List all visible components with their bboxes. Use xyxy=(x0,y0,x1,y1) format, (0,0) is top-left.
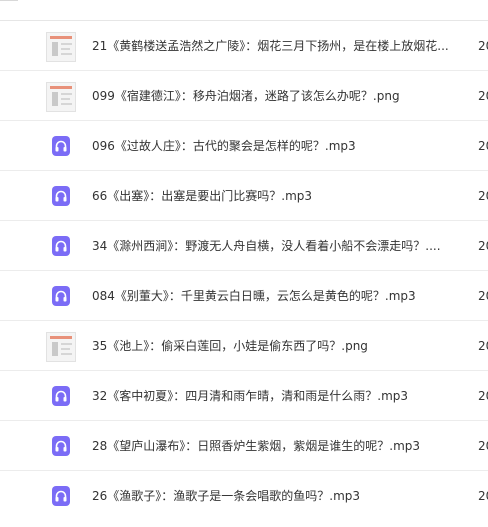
file-date: 20 xyxy=(478,39,488,53)
file-date: 20 xyxy=(478,139,488,153)
file-list: 21《黄鹤楼送孟浩然之广陵》：烟花三月下扬州，是在楼上放烟花... 20 099… xyxy=(0,20,488,520)
file-name[interactable]: 21《黄鹤楼送孟浩然之广陵》：烟花三月下扬州，是在楼上放烟花... xyxy=(92,21,458,71)
file-name[interactable]: 34《滁州西涧》：野渡无人舟自横，没人看着小船不会漂走吗？.... xyxy=(92,221,458,271)
file-name[interactable]: 35《池上》：偷采白莲回，小娃是偷东西了吗？.png xyxy=(92,321,458,371)
list-item[interactable]: 084《别董大》：千里黄云白日曛，云怎么是黄色的呢？.mp3 20 xyxy=(0,270,488,320)
file-date: 20 xyxy=(478,339,488,353)
headphones-icon xyxy=(52,436,70,456)
file-date: 20 xyxy=(478,289,488,303)
file-name[interactable]: 28《望庐山瀑布》：日照香炉生紫烟，紫烟是谁生的呢？.mp3 xyxy=(92,421,458,471)
file-name[interactable]: 096《过故人庄》：古代的聚会是怎样的呢？.mp3 xyxy=(92,121,458,171)
list-item[interactable]: 26《渔歌子》：渔歌子是一条会唱歌的鱼吗？.mp3 20 xyxy=(0,470,488,520)
image-thumbnail-icon xyxy=(46,332,76,362)
image-thumbnail-icon xyxy=(46,82,76,112)
file-date: 20 xyxy=(478,89,488,103)
file-date: 20 xyxy=(478,389,488,403)
header-divider xyxy=(0,0,18,1)
list-item[interactable]: 34《滁州西涧》：野渡无人舟自横，没人看着小船不会漂走吗？.... 20 xyxy=(0,220,488,270)
headphones-icon xyxy=(52,386,70,406)
headphones-icon xyxy=(52,236,70,256)
list-item[interactable]: 35《池上》：偷采白莲回，小娃是偷东西了吗？.png 20 xyxy=(0,320,488,370)
list-item[interactable]: 28《望庐山瀑布》：日照香炉生紫烟，紫烟是谁生的呢？.mp3 20 xyxy=(0,420,488,470)
list-item[interactable]: 096《过故人庄》：古代的聚会是怎样的呢？.mp3 20 xyxy=(0,120,488,170)
file-date: 20 xyxy=(478,239,488,253)
file-date: 20 xyxy=(478,439,488,453)
list-item[interactable]: 32《客中初夏》：四月清和雨乍晴，清和雨是什么雨？.mp3 20 xyxy=(0,370,488,420)
file-name[interactable]: 099《宿建德江》：移舟泊烟渚，迷路了该怎么办呢？.png xyxy=(92,71,458,121)
file-name[interactable]: 26《渔歌子》：渔歌子是一条会唱歌的鱼吗？.mp3 xyxy=(92,471,458,521)
headphones-icon xyxy=(52,286,70,306)
file-name[interactable]: 66《出塞》：出塞是要出门比赛吗？.mp3 xyxy=(92,171,458,221)
list-item[interactable]: 66《出塞》：出塞是要出门比赛吗？.mp3 20 xyxy=(0,170,488,220)
file-name[interactable]: 32《客中初夏》：四月清和雨乍晴，清和雨是什么雨？.mp3 xyxy=(92,371,458,421)
list-item[interactable]: 21《黄鹤楼送孟浩然之广陵》：烟花三月下扬州，是在楼上放烟花... 20 xyxy=(0,20,488,70)
headphones-icon xyxy=(52,136,70,156)
image-thumbnail-icon xyxy=(46,32,76,62)
file-date: 20 xyxy=(478,189,488,203)
file-date: 20 xyxy=(478,489,488,503)
list-item[interactable]: 099《宿建德江》：移舟泊烟渚，迷路了该怎么办呢？.png 20 xyxy=(0,70,488,120)
headphones-icon xyxy=(52,186,70,206)
headphones-icon xyxy=(52,486,70,506)
file-name[interactable]: 084《别董大》：千里黄云白日曛，云怎么是黄色的呢？.mp3 xyxy=(92,271,458,321)
